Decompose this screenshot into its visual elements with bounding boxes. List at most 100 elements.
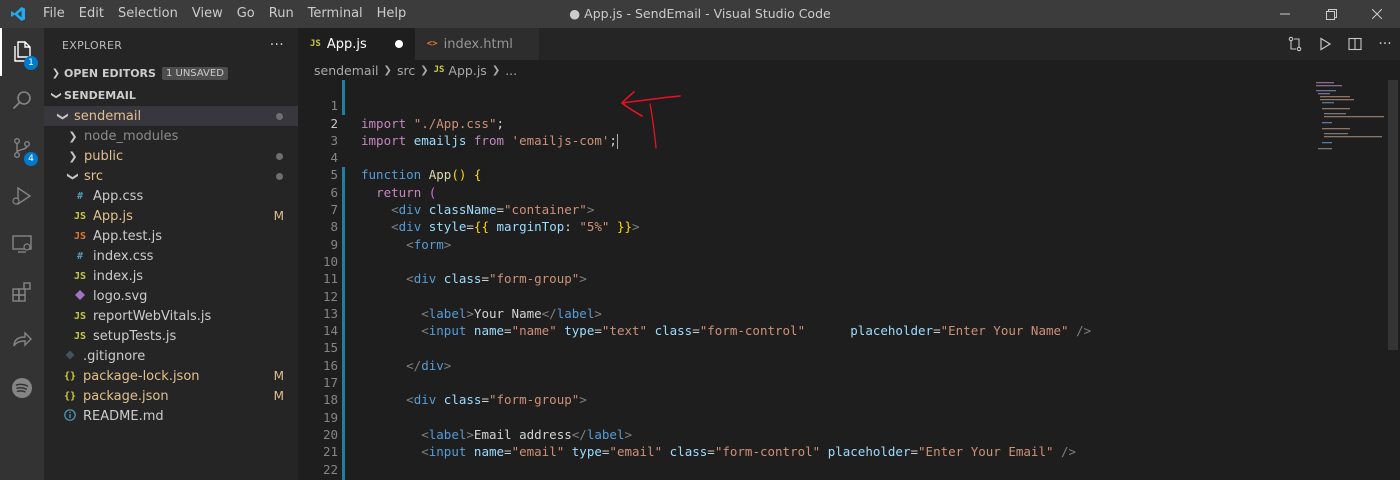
breadcrumb-item[interactable]: ... — [505, 63, 517, 78]
breadcrumb-separator-icon: ❯ — [491, 64, 501, 76]
more-icon: ··· — [1378, 36, 1392, 52]
js-file-icon: JS — [73, 210, 87, 222]
tree-file-package-json[interactable]: {} package.json M — [44, 386, 298, 406]
modified-dot-icon — [276, 153, 283, 160]
open-changes-button[interactable] — [1280, 28, 1310, 60]
menu-file[interactable]: File — [36, 0, 72, 28]
more-actions-button[interactable]: ··· — [270, 37, 284, 53]
breadcrumb-item[interactable]: App.js — [448, 63, 486, 78]
menu-selection[interactable]: Selection — [111, 0, 185, 28]
breadcrumb-item[interactable]: sendemail — [314, 63, 379, 78]
activity-search[interactable] — [0, 76, 44, 124]
tree-file-logo-svg[interactable]: logo.svg — [44, 286, 298, 306]
tab-index-html[interactable]: <> index.html — [414, 28, 539, 60]
split-editor-icon — [1348, 37, 1362, 51]
git-status-modified: M — [273, 209, 284, 223]
tree-folder-src[interactable]: ❯ src — [44, 166, 298, 186]
git-file-icon — [62, 350, 78, 363]
breadcrumb-separator-icon: ❯ — [420, 64, 429, 76]
tree-file-app-css[interactable]: # App.css — [44, 186, 298, 206]
tab-label: App.js — [326, 36, 367, 52]
tree-item-label: reportWebVitals.js — [93, 308, 212, 324]
code-editor[interactable]: 1 import "./App.css"; 2 import emailjs f… — [298, 80, 1398, 480]
code-line: 23 — [298, 461, 1398, 480]
unsaved-dot-icon[interactable] — [394, 40, 403, 48]
run-button[interactable] — [1310, 28, 1340, 60]
chevron-right-icon: ❯ — [68, 129, 78, 143]
scm-badge: 4 — [24, 152, 38, 166]
menu-view[interactable]: View — [185, 0, 230, 28]
tree-file-report-web-vitals[interactable]: JS reportWebVitals.js — [44, 306, 298, 326]
minimize-button[interactable] — [1262, 0, 1308, 28]
menu-go[interactable]: Go — [230, 0, 262, 28]
activity-remote-explorer[interactable] — [0, 220, 44, 268]
tree-file-gitignore[interactable]: .gitignore — [44, 346, 298, 366]
menu-run[interactable]: Run — [262, 0, 301, 28]
chevron-down-icon: ❯ — [56, 111, 70, 121]
tree-item-label: package.json — [83, 388, 169, 404]
tree-item-label: README.md — [83, 408, 164, 424]
tree-folder-sendemail[interactable]: ❯ sendemail — [44, 106, 298, 126]
js-file-icon: JS — [73, 270, 87, 282]
menu-terminal[interactable]: Terminal — [301, 0, 370, 28]
tree-item-label: App.js — [93, 208, 133, 224]
tab-label: index.html — [443, 36, 513, 52]
activity-source-control[interactable]: 4 — [0, 124, 44, 172]
tree-item-label: App.css — [93, 188, 144, 204]
tree-folder-node-modules[interactable]: ❯ node_modules — [44, 126, 298, 146]
more-editor-actions-button[interactable]: ··· — [1370, 28, 1400, 60]
code-line: 12 <label>Your Name</label> — [298, 270, 1398, 321]
tree-item-label: src — [84, 168, 103, 184]
minimap[interactable] — [1306, 80, 1386, 160]
search-icon — [12, 91, 31, 110]
activity-explorer[interactable]: 1 — [0, 28, 44, 76]
tree-folder-public[interactable]: ❯ public — [44, 146, 298, 166]
menu-bar: File Edit Selection View Go Run Terminal… — [36, 0, 413, 28]
chevron-down-icon: ❯ — [50, 90, 62, 100]
activity-live-share[interactable] — [0, 316, 44, 364]
tree-file-index-css[interactable]: # index.css — [44, 246, 298, 266]
vertical-scrollbar[interactable] — [1386, 80, 1400, 480]
activity-spotify[interactable] — [0, 364, 44, 412]
code-line: 17 <div class="form-group"> — [298, 357, 1398, 407]
git-status-modified: M — [273, 369, 284, 383]
open-editors-section[interactable]: ❯ OPEN EDITORS 1 UNSAVED — [44, 62, 298, 84]
code-line: 3 — [298, 115, 1398, 148]
run-debug-icon — [12, 186, 32, 206]
scrollbar-thumb[interactable] — [1388, 80, 1398, 350]
breadcrumb-item[interactable]: src — [397, 63, 415, 78]
tree-file-package-lock-json[interactable]: {} package-lock.json M — [44, 366, 298, 386]
compare-changes-icon — [1288, 36, 1302, 52]
tree-item-label: setupTests.js — [93, 328, 177, 344]
git-status-modified: M — [273, 389, 284, 403]
close-window-button[interactable] — [1354, 0, 1400, 28]
tab-app-js[interactable]: JS App.js — [298, 28, 415, 60]
menu-help[interactable]: Help — [370, 0, 414, 28]
activity-extensions[interactable] — [0, 268, 44, 316]
split-editor-button[interactable] — [1340, 28, 1370, 60]
activity-run-debug[interactable] — [0, 172, 44, 220]
tree-file-app-test-js[interactable]: JS App.test.js — [44, 226, 298, 246]
code-line: 1 import "./App.css"; — [298, 80, 1398, 130]
js-file-icon: JS — [73, 310, 87, 322]
tree-file-app-js[interactable]: JS App.js M — [44, 206, 298, 226]
breadcrumb-separator-icon: ❯ — [383, 64, 392, 76]
tree-file-setup-tests[interactable]: JS setupTests.js — [44, 326, 298, 346]
tree-file-readme[interactable]: README.md — [44, 406, 298, 426]
live-share-icon — [13, 331, 32, 347]
chevron-right-icon: ❯ — [68, 149, 78, 163]
tree-file-index-js[interactable]: JS index.js — [44, 266, 298, 286]
code-line-current: 2 import emailjs from 'emailjs-com'; — [298, 97, 1398, 149]
tree-item-label: App.test.js — [93, 228, 163, 244]
title-bar: File Edit Selection View Go Run Terminal… — [0, 0, 1400, 28]
restore-icon — [1325, 8, 1337, 20]
explorer-header: EXPLORER ··· — [44, 28, 298, 62]
vscode-logo-icon[interactable] — [0, 0, 36, 28]
editor-area: JS App.js <> index.html ··· sendemail ❯ — [298, 28, 1400, 480]
menu-edit[interactable]: Edit — [72, 0, 111, 28]
code-line: 22 </div> — [298, 443, 1398, 480]
root-folder-section[interactable]: ❯ SENDEMAIL — [44, 84, 298, 106]
restore-button[interactable] — [1308, 0, 1354, 28]
explorer-badge: 1 — [24, 56, 38, 70]
editor-tabs: JS App.js <> index.html ··· — [298, 28, 1400, 60]
